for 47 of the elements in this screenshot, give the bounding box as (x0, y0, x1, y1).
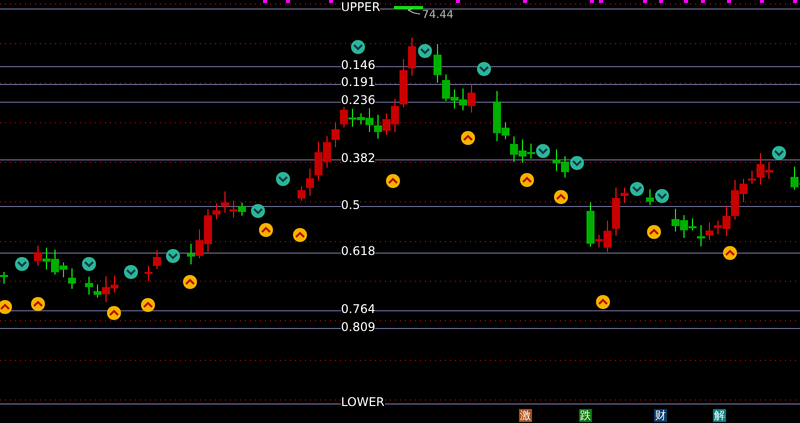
chevron-up-icon (259, 223, 273, 237)
candlestick (646, 188, 654, 206)
level-label: LOWER (341, 395, 384, 409)
chevron-down-icon (82, 257, 96, 271)
chevron-down-icon (655, 189, 669, 203)
chevron-up-icon (596, 295, 610, 309)
chevron-up-icon (0, 300, 12, 314)
candlestick (0, 272, 8, 284)
chevron-up-icon (386, 174, 400, 188)
chevron-down-icon (351, 40, 365, 54)
level-label: 0.191 (341, 75, 376, 90)
level-label: 0.809 (341, 320, 376, 334)
level-label: 0.5 (341, 198, 360, 212)
chevron-up-icon (461, 131, 475, 145)
event-tag[interactable]: 解 (713, 409, 726, 422)
pointer-arrow-icon (408, 8, 420, 14)
chevron-up-icon (647, 225, 661, 239)
chevron-down-icon (251, 204, 265, 218)
chevron-up-icon (31, 297, 45, 311)
event-tag[interactable]: 激 (519, 409, 532, 422)
price-label: 74.44 (422, 8, 454, 21)
chevron-up-icon (141, 298, 155, 312)
chevron-up-icon (183, 275, 197, 289)
chevron-up-icon (554, 190, 568, 204)
chevron-down-icon (772, 146, 786, 160)
event-tag[interactable]: 财 (654, 409, 667, 422)
chevron-down-icon (477, 62, 491, 76)
level-label: 0.382 (341, 150, 376, 165)
chevron-down-icon (630, 182, 644, 196)
chevron-up-icon (520, 173, 534, 187)
chevron-down-icon (418, 44, 432, 58)
level-label: 0.236 (341, 93, 376, 108)
level-label: 0.618 (341, 244, 376, 258)
peak-bar-icon (394, 6, 423, 9)
event-tag[interactable]: 跌 (579, 409, 592, 422)
chevron-up-icon (723, 246, 737, 260)
level-label: 0.146 (341, 58, 376, 72)
level-label: UPPER (341, 0, 380, 14)
chevron-down-icon (15, 257, 29, 271)
level-label: 0.764 (341, 302, 376, 316)
chevron-up-icon (107, 306, 121, 320)
chevron-down-icon (166, 249, 180, 263)
chevron-up-icon (293, 228, 307, 242)
chevron-down-icon (276, 172, 290, 186)
chevron-down-icon (124, 265, 138, 279)
chevron-down-icon (570, 156, 584, 170)
chevron-down-icon (536, 144, 550, 158)
